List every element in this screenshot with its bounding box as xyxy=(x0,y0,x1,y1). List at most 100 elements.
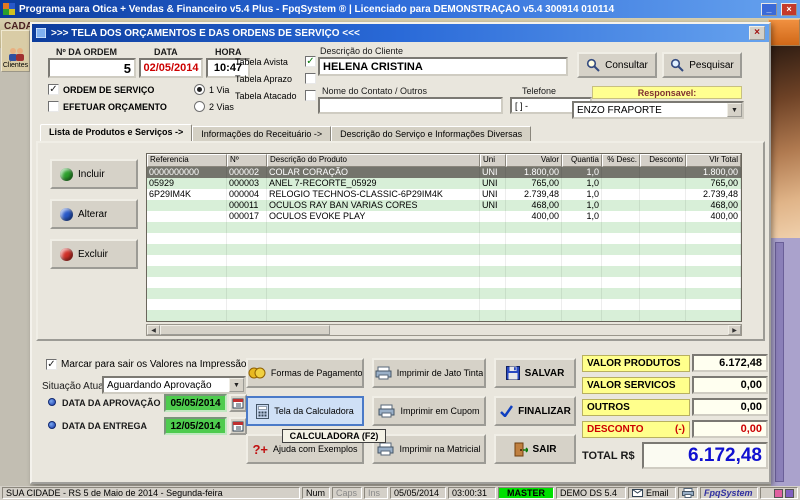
grid-cell xyxy=(562,299,602,310)
efetuar-orcamento-checkbox[interactable]: EFETUAR ORÇAMENTO xyxy=(48,101,167,112)
grid-row-empty[interactable] xyxy=(147,244,741,255)
dialog-close-button[interactable]: × xyxy=(749,26,765,40)
chevron-down-icon[interactable]: ▼ xyxy=(727,103,742,117)
grid-row-empty[interactable] xyxy=(147,266,741,277)
grid-cell xyxy=(640,178,686,189)
grid-cell xyxy=(227,222,267,233)
imprimir-cupom-button[interactable]: Imprimir em Cupom xyxy=(372,396,486,426)
dialog-titlebar: >>> TELA DOS ORÇAMENTOS E DAS ORDENS DE … xyxy=(32,24,769,42)
tabela-atacado-checkbox-box[interactable] xyxy=(305,90,316,101)
grid-column-header[interactable]: Uni xyxy=(480,154,506,167)
grid-row[interactable]: 000017OCULOS EVOKE PLAY400,001,0400,00 xyxy=(147,211,741,222)
pesquisar-button[interactable]: Pesquisar xyxy=(662,52,742,78)
tabela-aprazo-checkbox-box[interactable] xyxy=(305,73,316,84)
tab-lista-produtos[interactable]: Lista de Produtos e Serviços -> xyxy=(40,124,192,141)
responsavel-combo[interactable]: ENZO FRAPORTE ▼ xyxy=(572,101,744,119)
via1-radio[interactable]: 1 Via xyxy=(194,84,229,95)
aprovacao-calendar-button[interactable] xyxy=(229,394,247,412)
scroll-right-icon[interactable]: ▶ xyxy=(728,325,741,335)
entrega-bullet-icon[interactable] xyxy=(48,421,56,429)
people-icon xyxy=(7,46,25,62)
clientes-toolbar-button[interactable]: Clientes xyxy=(1,30,30,72)
tab-informacoes-receituario[interactable]: Informações do Receituário -> xyxy=(192,126,331,141)
aprovacao-bullet-icon[interactable] xyxy=(48,398,56,406)
contato-field[interactable] xyxy=(318,97,503,114)
via2-radio[interactable]: 2 Vias xyxy=(194,101,234,112)
grid-column-header[interactable]: Valor xyxy=(506,154,562,167)
grid-row-empty[interactable] xyxy=(147,222,741,233)
situacao-combo[interactable]: Aguardando Aprovação ▼ xyxy=(102,376,246,394)
scrollbar-thumb[interactable] xyxy=(160,325,330,335)
ordem-servico-checkbox-box[interactable]: ✓ xyxy=(48,84,59,95)
excluir-button[interactable]: Excluir xyxy=(50,239,138,269)
grid-cell xyxy=(562,233,602,244)
grid-row-empty[interactable] xyxy=(147,310,741,321)
status-email[interactable]: Email xyxy=(628,487,676,499)
grid-cell: 400,00 xyxy=(686,211,741,222)
tray-pink-icon[interactable] xyxy=(774,489,783,498)
chevron-down-icon[interactable]: ▼ xyxy=(229,378,244,392)
formas-pagamento-button[interactable]: Formas de Pagamento xyxy=(246,358,364,388)
marcar-valores-checkbox[interactable]: ✓ Marcar para sair os Valores na Impress… xyxy=(46,359,246,370)
status-bar: SUA CIDADE - RS 5 de Maio de 2014 - Segu… xyxy=(0,486,800,500)
status-printer[interactable] xyxy=(678,487,698,499)
ordem-field[interactable]: 5 xyxy=(48,58,136,78)
scroll-left-icon[interactable]: ◀ xyxy=(147,325,160,335)
data-field[interactable]: 02/05/2014 xyxy=(139,58,203,78)
grid-row[interactable]: 000011OCULOS RAY BAN VARIAS CORESUNI468,… xyxy=(147,200,741,211)
scrollbar-track[interactable] xyxy=(330,325,728,335)
telefone-label: Telefone xyxy=(522,86,556,96)
tabela-avista-checkbox[interactable]: Tabela Avista ✓ xyxy=(235,56,316,67)
grid-column-header[interactable]: Descrição do Produto xyxy=(267,154,480,167)
grid-row-empty[interactable] xyxy=(147,233,741,244)
tray-purple-icon[interactable] xyxy=(785,489,794,498)
imprimir-matricial-button[interactable]: Imprimir na Matricial xyxy=(372,434,486,464)
sair-button[interactable]: SAIR xyxy=(494,434,576,464)
grid-row[interactable]: 0000000000000002COLAR CORAÇÃOUNI1.800,00… xyxy=(147,167,741,178)
tabela-avista-checkbox-box[interactable]: ✓ xyxy=(305,56,316,67)
grid-cell xyxy=(267,233,480,244)
grid-row[interactable]: 6P29IM4K000004RELOGIO TECHNOS-CLASSIC-6P… xyxy=(147,189,741,200)
consultar-button[interactable]: Consultar xyxy=(577,52,657,78)
background-scrollbar[interactable] xyxy=(775,242,784,482)
grid-row-empty[interactable] xyxy=(147,277,741,288)
efetuar-orcamento-checkbox-box[interactable] xyxy=(48,101,59,112)
cliente-field[interactable]: HELENA CRISTINA xyxy=(318,57,568,76)
minimize-button[interactable]: _ xyxy=(761,3,777,16)
grid-column-header[interactable]: Nº xyxy=(227,154,267,167)
grid-cell xyxy=(227,288,267,299)
grid-row-empty[interactable] xyxy=(147,255,741,266)
status-version: DEMO DS 5.4 xyxy=(556,487,626,499)
via1-radio-circle[interactable] xyxy=(194,84,205,95)
grid-column-header[interactable]: Vlr Total xyxy=(686,154,741,167)
entrega-date-field[interactable]: 12/05/2014 xyxy=(164,417,227,435)
grid-column-header[interactable]: Quantia xyxy=(562,154,602,167)
grid-column-header[interactable]: % Desc. xyxy=(602,154,640,167)
tabela-aprazo-checkbox[interactable]: Tabela Aprazo xyxy=(235,73,316,84)
grid-row-empty[interactable] xyxy=(147,299,741,310)
grid-column-header[interactable]: Referencia xyxy=(147,154,227,167)
grid-cell xyxy=(506,299,562,310)
grid-row[interactable]: 05929000003ANEL 7-RECORTE_05929UNI765,00… xyxy=(147,178,741,189)
via2-radio-circle[interactable] xyxy=(194,101,205,112)
valor-servicos-label: VALOR SERVICOS xyxy=(582,377,690,394)
grid-cell xyxy=(562,310,602,321)
imprimir-jato-button[interactable]: Imprimir de Jato Tinta xyxy=(372,358,486,388)
close-button[interactable]: × xyxy=(781,3,797,16)
finalizar-button[interactable]: FINALIZAR xyxy=(494,396,576,426)
incluir-button[interactable]: Incluir xyxy=(50,159,138,189)
aprovacao-date-field[interactable]: 05/05/2014 xyxy=(164,394,227,412)
marcar-valores-checkbox-box[interactable]: ✓ xyxy=(46,359,57,370)
tab-descricao-servico[interactable]: Descrição do Serviço e Informações Diver… xyxy=(331,126,531,141)
grid-cell: 1,0 xyxy=(562,200,602,211)
grid-row-empty[interactable] xyxy=(147,288,741,299)
tela-calculadora-button[interactable]: Tela da Calculadora xyxy=(246,396,364,426)
entrega-calendar-button[interactable] xyxy=(229,417,247,435)
alterar-button[interactable]: Alterar xyxy=(50,199,138,229)
salvar-button[interactable]: SALVAR xyxy=(494,358,576,388)
grid-column-header[interactable]: Desconto xyxy=(640,154,686,167)
ordem-servico-checkbox[interactable]: ✓ ORDEM DE SERVIÇO xyxy=(48,84,154,95)
grid-cell xyxy=(480,211,506,222)
grid-horizontal-scrollbar[interactable]: ◀ ▶ xyxy=(146,324,742,336)
tabela-atacado-checkbox[interactable]: Tabela Atacado xyxy=(235,90,316,101)
